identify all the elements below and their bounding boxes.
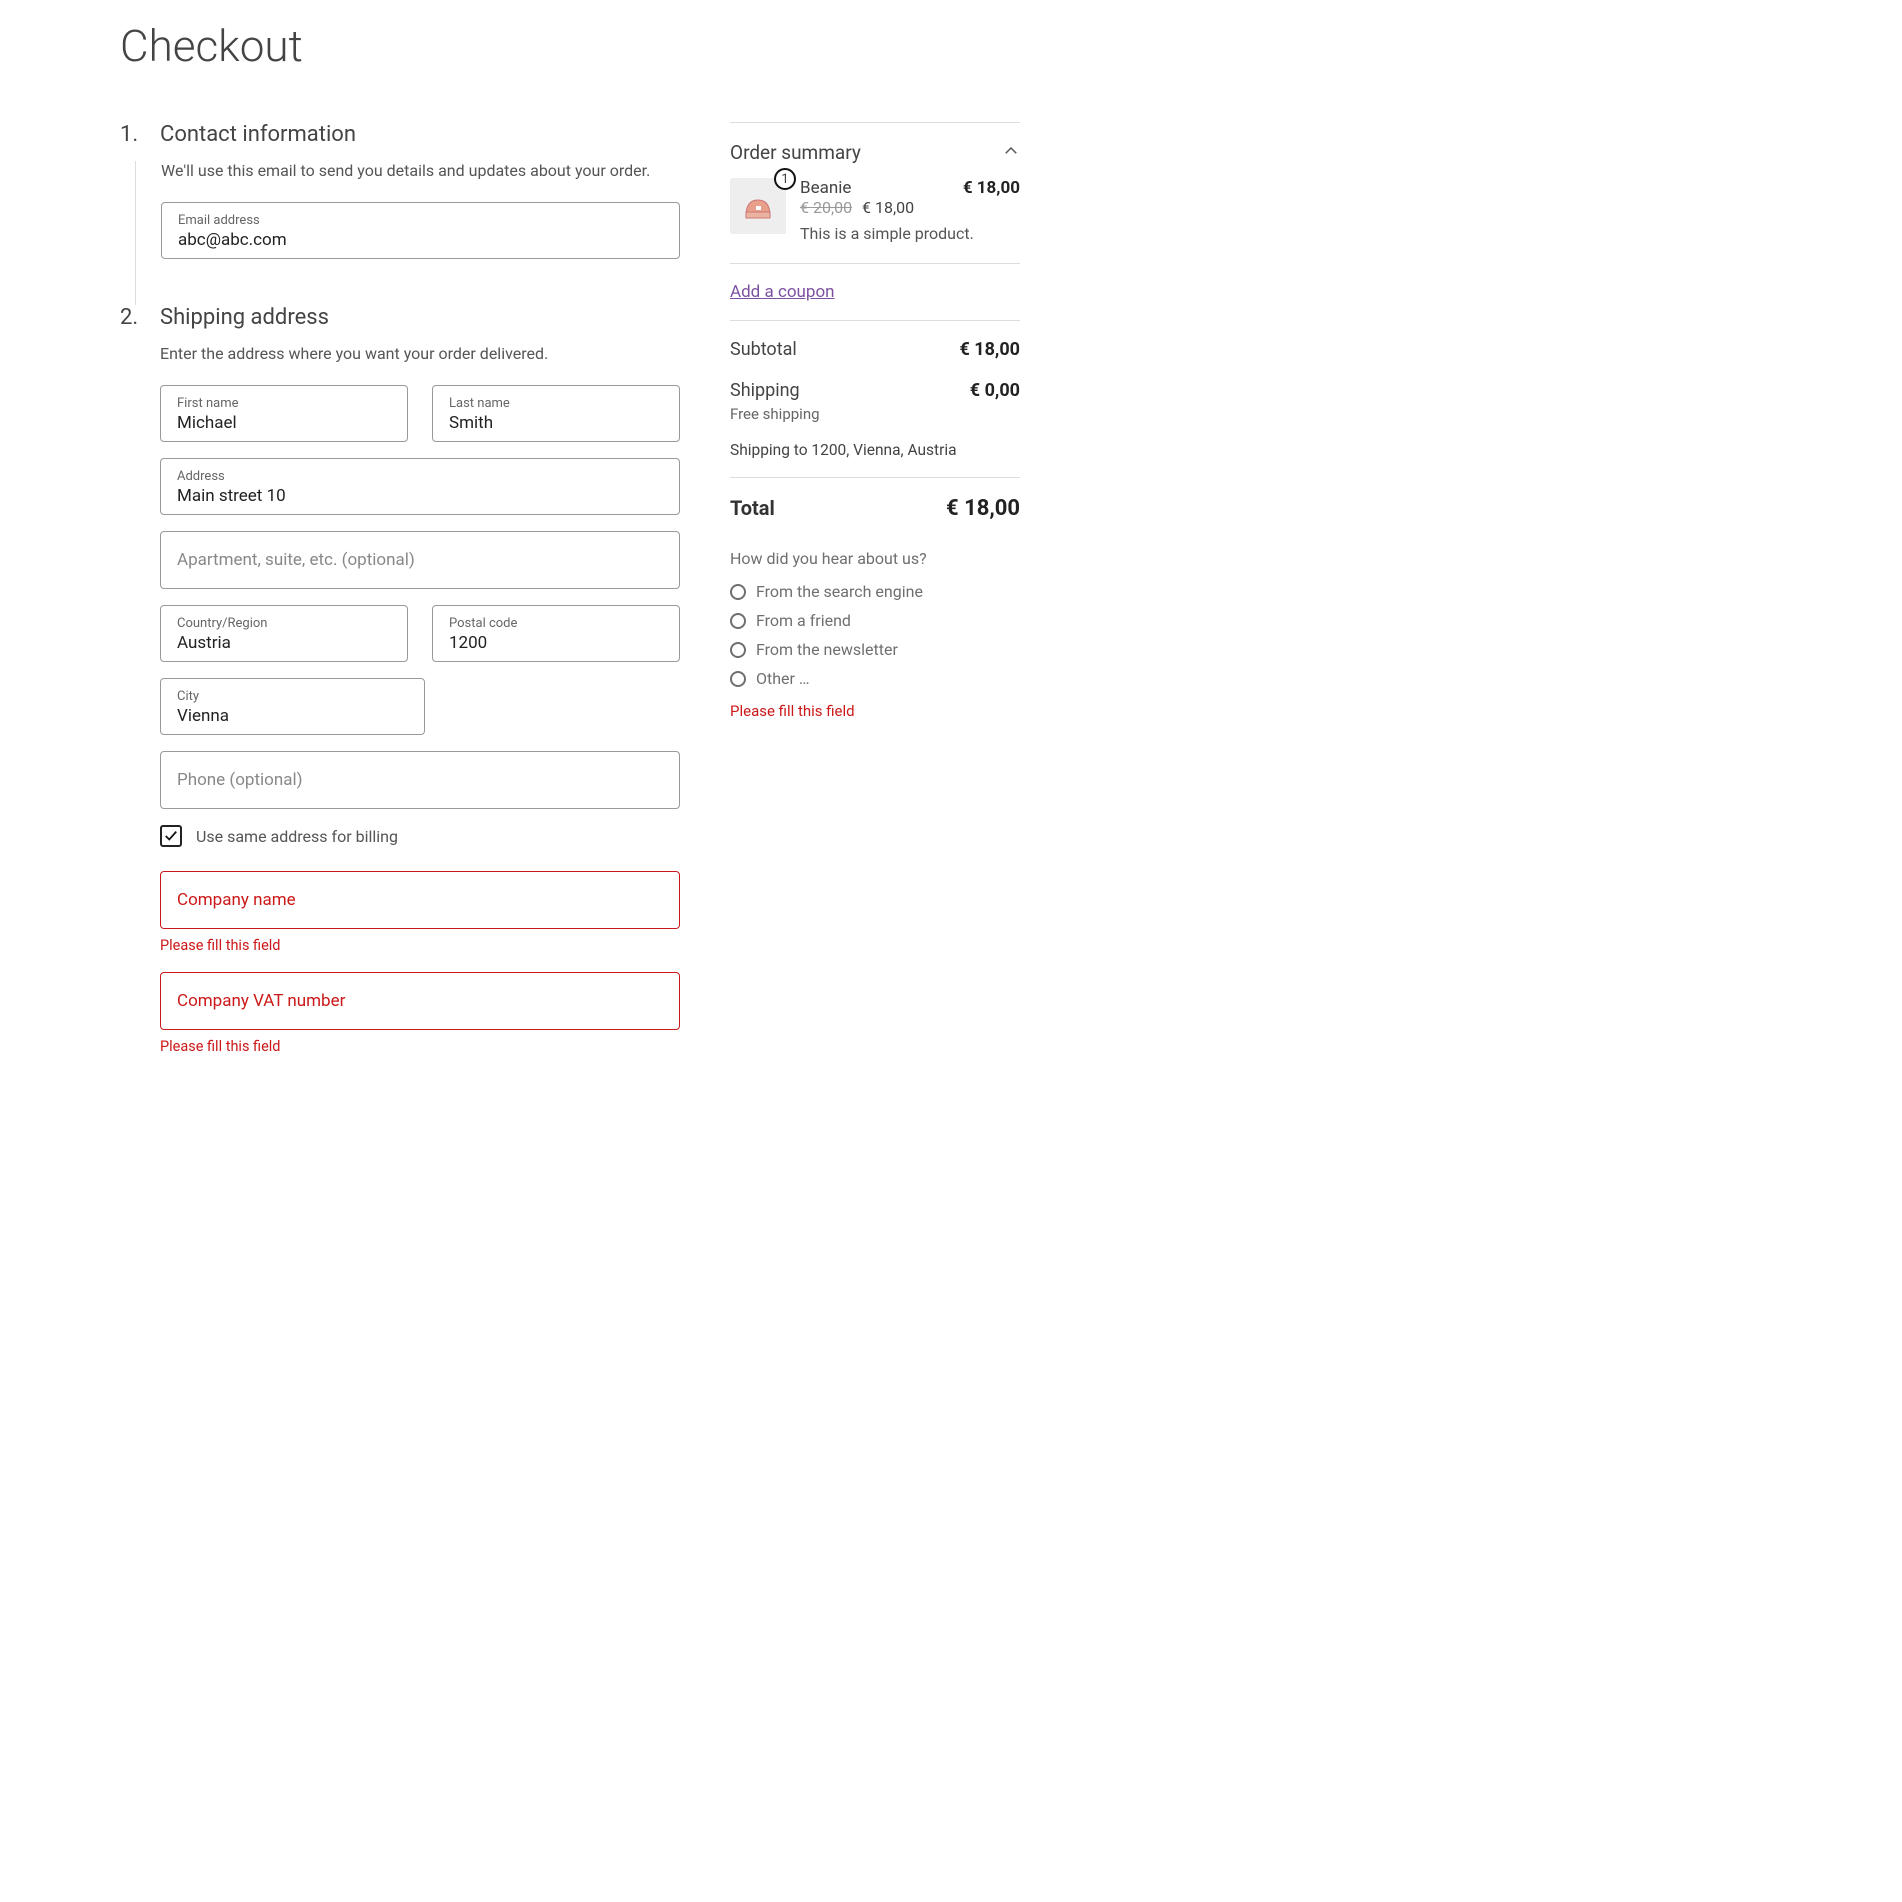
shipping-desc: Enter the address where you want your or… — [160, 344, 680, 363]
company-vat-placeholder: Company VAT number — [177, 991, 345, 1011]
address-field[interactable]: Address — [160, 458, 680, 515]
survey-question: How did you hear about us? — [730, 549, 1020, 568]
company-name-placeholder: Company name — [177, 890, 296, 910]
section-num-1: 1. — [120, 122, 160, 147]
survey-error: Please fill this field — [730, 702, 1020, 720]
city-field[interactable]: City — [160, 678, 425, 735]
address-input[interactable] — [177, 486, 663, 506]
email-field[interactable]: Email address — [161, 202, 680, 259]
last-name-input[interactable] — [449, 413, 663, 433]
country-field[interactable]: Country/Region — [160, 605, 408, 662]
last-name-field[interactable]: Last name — [432, 385, 680, 442]
subtotal-label: Subtotal — [730, 339, 797, 360]
address-label: Address — [177, 469, 663, 484]
survey-opt4-label: Other … — [756, 669, 810, 688]
company-name-field[interactable]: Company name — [160, 871, 680, 929]
first-name-label: First name — [177, 396, 391, 411]
company-vat-field[interactable]: Company VAT number — [160, 972, 680, 1030]
survey: How did you hear about us? From the sear… — [730, 549, 1020, 720]
radio-icon — [730, 671, 746, 687]
chevron-up-icon — [1002, 142, 1020, 160]
checkout-form: 1. Contact information We'll use this em… — [120, 122, 680, 1103]
add-coupon-link[interactable]: Add a coupon — [730, 282, 835, 302]
total-label: Total — [730, 496, 775, 521]
apartment-field[interactable]: Apartment, suite, etc. (optional) — [160, 531, 680, 589]
shipping-note: Free shipping — [730, 405, 1020, 439]
apartment-placeholder: Apartment, suite, etc. (optional) — [177, 550, 415, 570]
shipping-to: Shipping to 1200, Vienna, Austria — [730, 439, 1020, 477]
total-value: € 18,00 — [946, 496, 1020, 521]
last-name-label: Last name — [449, 396, 663, 411]
collapse-button[interactable] — [1002, 142, 1020, 164]
section-num-2: 2. — [120, 305, 160, 330]
company-name-error: Please fill this field — [160, 937, 680, 954]
subtotal-value: € 18,00 — [959, 339, 1020, 360]
company-vat-error: Please fill this field — [160, 1038, 680, 1055]
product-name: Beanie — [800, 178, 851, 198]
beanie-icon — [738, 186, 778, 226]
first-name-field[interactable]: First name — [160, 385, 408, 442]
check-icon — [164, 829, 178, 843]
phone-field[interactable]: Phone (optional) — [160, 751, 680, 809]
contact-desc: We'll use this email to send you details… — [161, 161, 680, 180]
qty-badge: 1 — [774, 168, 796, 190]
survey-opt2-label: From a friend — [756, 611, 851, 630]
phone-placeholder: Phone (optional) — [177, 770, 303, 790]
section-title-contact: Contact information — [160, 122, 356, 147]
survey-opt1-label: From the search engine — [756, 582, 923, 601]
postal-field[interactable]: Postal code — [432, 605, 680, 662]
product-orig-price: € 20,00 — [800, 198, 852, 217]
country-label: Country/Region — [177, 616, 391, 631]
radio-icon — [730, 613, 746, 629]
email-label: Email address — [178, 213, 663, 228]
cart-item: 1 Beanie € 18,00 € 20,00 € 18,00 This is… — [730, 178, 1020, 263]
shipping-value: € 0,00 — [970, 380, 1020, 401]
survey-option-newsletter[interactable]: From the newsletter — [730, 640, 1020, 659]
postal-label: Postal code — [449, 616, 663, 631]
section-title-shipping: Shipping address — [160, 305, 329, 330]
product-sale-price: € 18,00 — [862, 198, 914, 217]
survey-option-friend[interactable]: From a friend — [730, 611, 1020, 630]
order-summary-panel: Order summary 1 Beanie € 18,00 — [730, 122, 1020, 1103]
product-desc: This is a simple product. — [800, 223, 1020, 245]
same-billing-checkbox[interactable] — [160, 825, 182, 847]
order-summary-title: Order summary — [730, 141, 861, 164]
survey-opt3-label: From the newsletter — [756, 640, 898, 659]
same-billing-label: Use same address for billing — [196, 827, 398, 846]
city-input[interactable] — [177, 706, 408, 726]
survey-option-other[interactable]: Other … — [730, 669, 1020, 688]
country-input[interactable] — [177, 633, 391, 653]
email-input[interactable] — [178, 230, 663, 250]
survey-option-search[interactable]: From the search engine — [730, 582, 1020, 601]
page-title: Checkout — [120, 20, 1782, 72]
postal-input[interactable] — [449, 633, 663, 653]
first-name-input[interactable] — [177, 413, 391, 433]
shipping-label: Shipping — [730, 380, 800, 401]
radio-icon — [730, 584, 746, 600]
product-price: € 18,00 — [963, 178, 1020, 198]
radio-icon — [730, 642, 746, 658]
city-label: City — [177, 689, 408, 704]
